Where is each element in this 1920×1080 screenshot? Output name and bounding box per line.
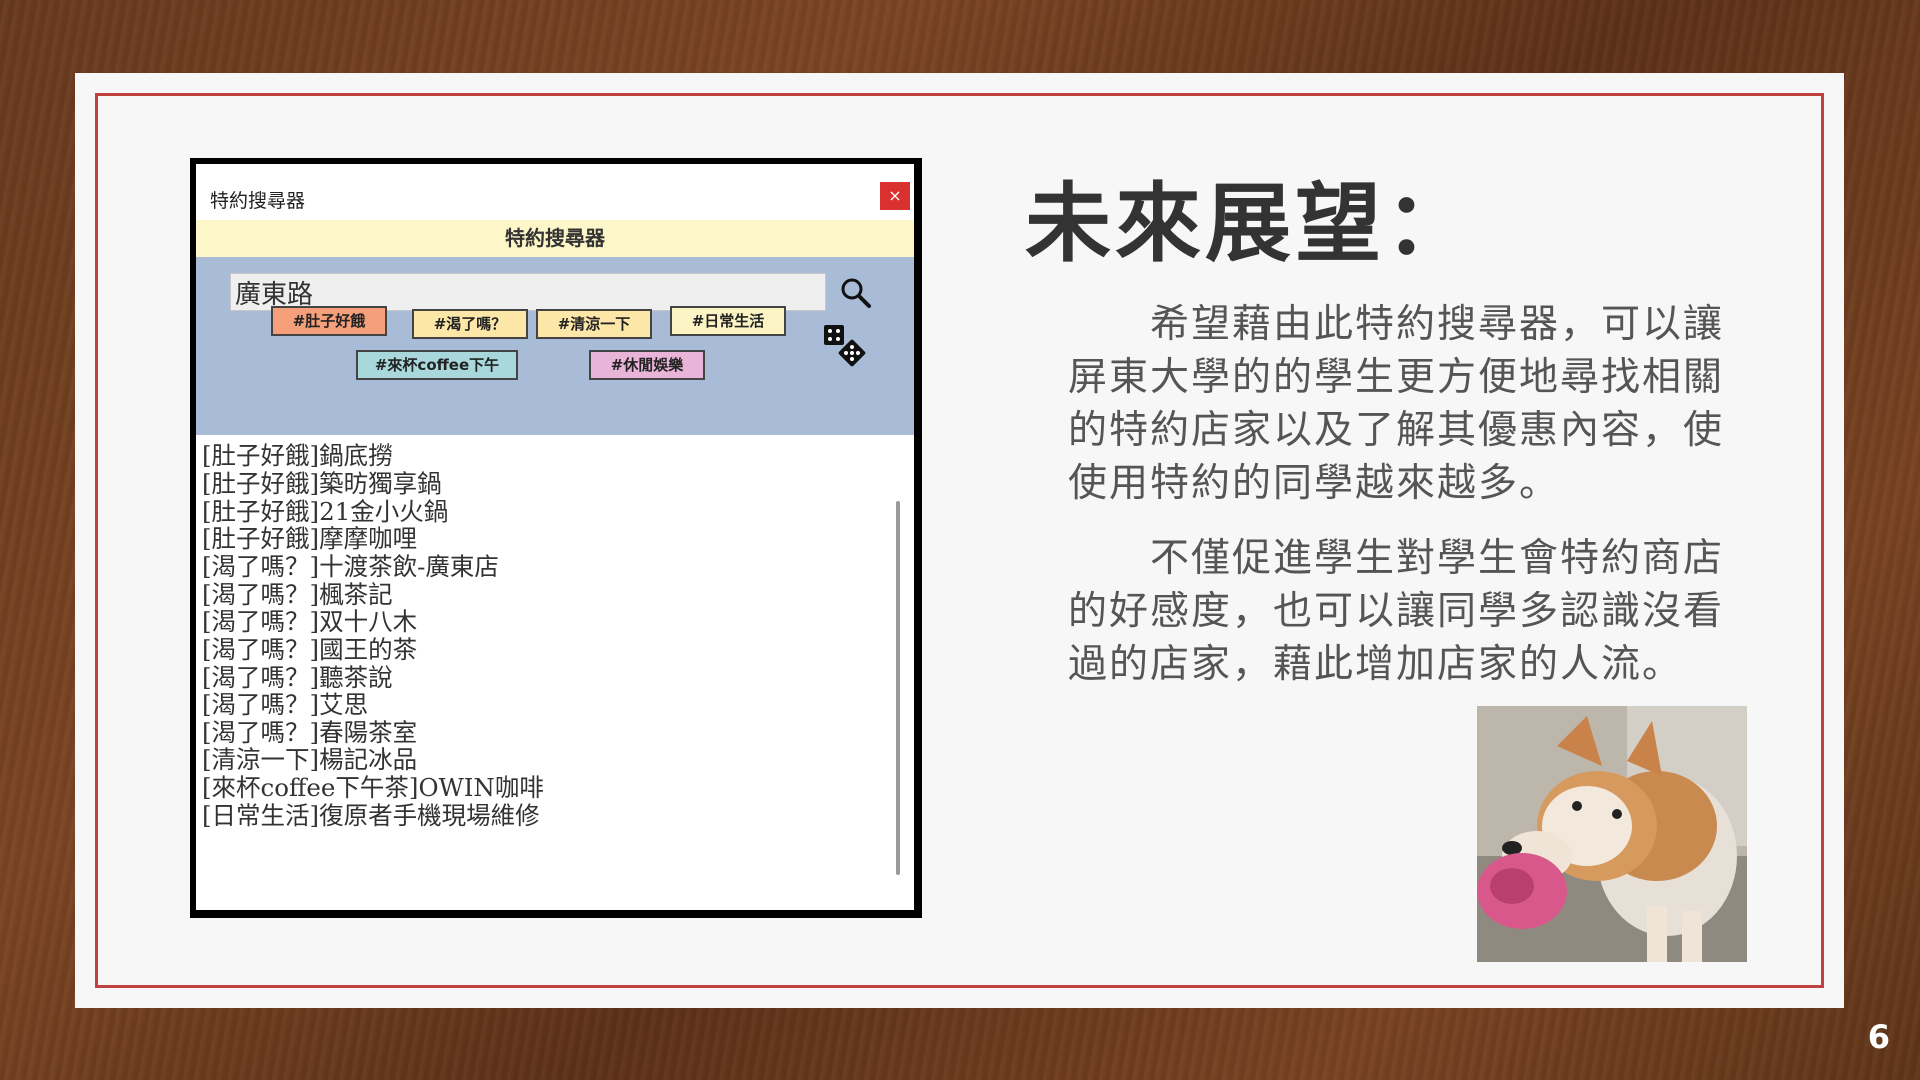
tag-thirsty[interactable]: #渴了嗎？ (412, 309, 528, 339)
app-window-inner: 特約搜尋器 × 特約搜尋器 #肚子好餓 #渴了嗎？ #清涼一下 #日常生活 #來… (196, 164, 914, 910)
slide-heading: 未來展望： (1025, 174, 1475, 274)
window-title: 特約搜尋器 (210, 190, 306, 212)
dice-icon[interactable] (822, 323, 870, 371)
tag-cool-down[interactable]: #清涼一下 (536, 309, 652, 339)
list-item[interactable]: [日常生活]復原者手機現場維修 (202, 797, 540, 832)
result-list[interactable]: [肚子好餓]鍋底撈 [肚子好餓]築昉獨享鍋 [肚子好餓]21金小火鍋 [肚子好餓… (196, 435, 914, 910)
search-icon[interactable] (838, 275, 872, 309)
tag-daily-life[interactable]: #日常生活 (670, 306, 786, 336)
tag-coffee[interactable]: #來杯coffee下午 (356, 350, 518, 380)
tag-hungry[interactable]: #肚子好餓 (271, 306, 387, 336)
close-button[interactable]: × (880, 182, 910, 210)
app-window: 特約搜尋器 × 特約搜尋器 #肚子好餓 #渴了嗎？ #清涼一下 #日常生活 #來… (190, 158, 922, 918)
paragraph-2: 不僅促進學生對學生會特約商店的好感度，也可以讓同學多認識沒看過的店家，藉此增加店… (1068, 536, 1725, 687)
dog-photo (1477, 706, 1747, 962)
paragraph-1: 希望藉由此特約搜尋器，可以讓屏東大學的的學生更方便地尋找相關的特約店家以及了解其… (1068, 302, 1725, 506)
search-panel: #肚子好餓 #渴了嗎？ #清涼一下 #日常生活 #來杯coffee下午 #休閒娛… (196, 257, 914, 435)
scrollbar[interactable] (896, 501, 900, 875)
titlebar: 特約搜尋器 × (196, 164, 914, 220)
app-header: 特約搜尋器 (196, 220, 914, 257)
tag-leisure[interactable]: #休閒娛樂 (589, 350, 705, 380)
page-number: 6 (1867, 1018, 1890, 1056)
